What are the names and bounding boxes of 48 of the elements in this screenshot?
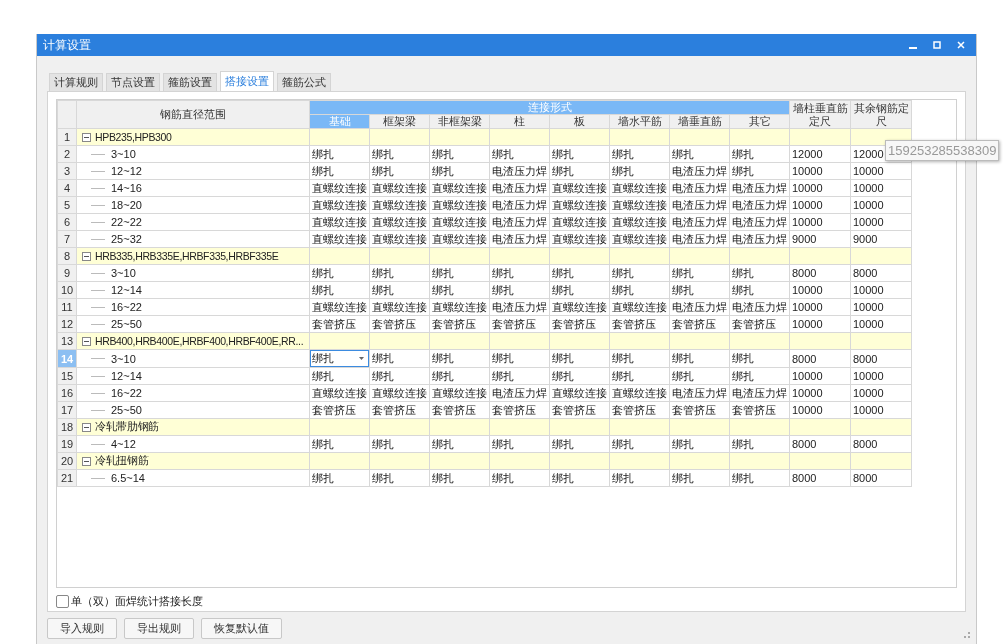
tab[interactable]: 计算规则	[49, 73, 103, 91]
window-title: 计算设置	[43, 36, 91, 54]
range-label: 3~10	[111, 148, 136, 160]
range-label: 4~12	[111, 438, 136, 450]
dialog-button[interactable]: 导出规则	[124, 618, 194, 639]
dialog-button[interactable]: 恢复默认值	[201, 618, 282, 639]
group-label: HRB400,HRB400E,HRBF400,HRBF400E,RR...	[95, 335, 304, 347]
group-label: HRB335,HRB335E,HRBF335,HRBF335E	[95, 250, 279, 262]
checkbox-label: 单（双）面焊统计搭接长度	[71, 594, 203, 609]
range-label: 3~10	[111, 352, 136, 365]
range-label: 12~14	[111, 284, 142, 296]
tab[interactable]: 箍筋公式	[277, 73, 331, 91]
close-icon	[957, 41, 965, 49]
range-label: 12~14	[111, 370, 142, 382]
range-label: 6.5~14	[111, 472, 145, 484]
tab[interactable]: 箍筋设置	[163, 73, 217, 91]
dialog-button[interactable]: 导入规则	[47, 618, 117, 639]
resize-grip-icon[interactable]	[964, 632, 970, 638]
collapse-icon[interactable]	[82, 456, 91, 466]
group-label: 冷轧扭钢筋	[95, 454, 149, 468]
range-label: 12~12	[111, 165, 142, 177]
collapse-icon[interactable]	[82, 132, 91, 142]
range-label: 3~10	[111, 267, 136, 279]
group-label: HPB235,HPB300	[95, 131, 172, 143]
column-header: 墙柱垂直筋定尺	[789, 100, 851, 129]
maximize-button[interactable]	[930, 38, 944, 52]
caret-icon	[359, 357, 364, 360]
range-label: 25~32	[111, 233, 142, 245]
checkbox[interactable]	[56, 595, 69, 608]
tab[interactable]: 搭接设置	[220, 71, 274, 91]
dropdown-field[interactable]: 绑扎	[310, 350, 369, 367]
column-group-header: 连接形式	[309, 100, 790, 115]
range-label: 14~16	[111, 182, 142, 194]
maximize-icon	[933, 41, 941, 49]
range-label: 16~22	[111, 301, 142, 313]
range-label: 25~50	[111, 404, 142, 416]
range-label: 22~22	[111, 216, 142, 228]
range-label: 16~22	[111, 387, 142, 399]
column-header: 钢筋直径范围	[76, 100, 310, 129]
collapse-icon[interactable]	[82, 251, 91, 261]
collapse-icon[interactable]	[82, 422, 91, 432]
column-header: 其余钢筋定尺	[850, 100, 912, 129]
group-label: 冷轧带肋钢筋	[95, 420, 159, 434]
collapse-icon[interactable]	[82, 336, 91, 346]
range-label: 25~50	[111, 318, 142, 330]
tab[interactable]: 节点设置	[106, 73, 160, 91]
range-label: 18~20	[111, 199, 142, 211]
tooltip: 159253285538309	[885, 140, 1000, 161]
